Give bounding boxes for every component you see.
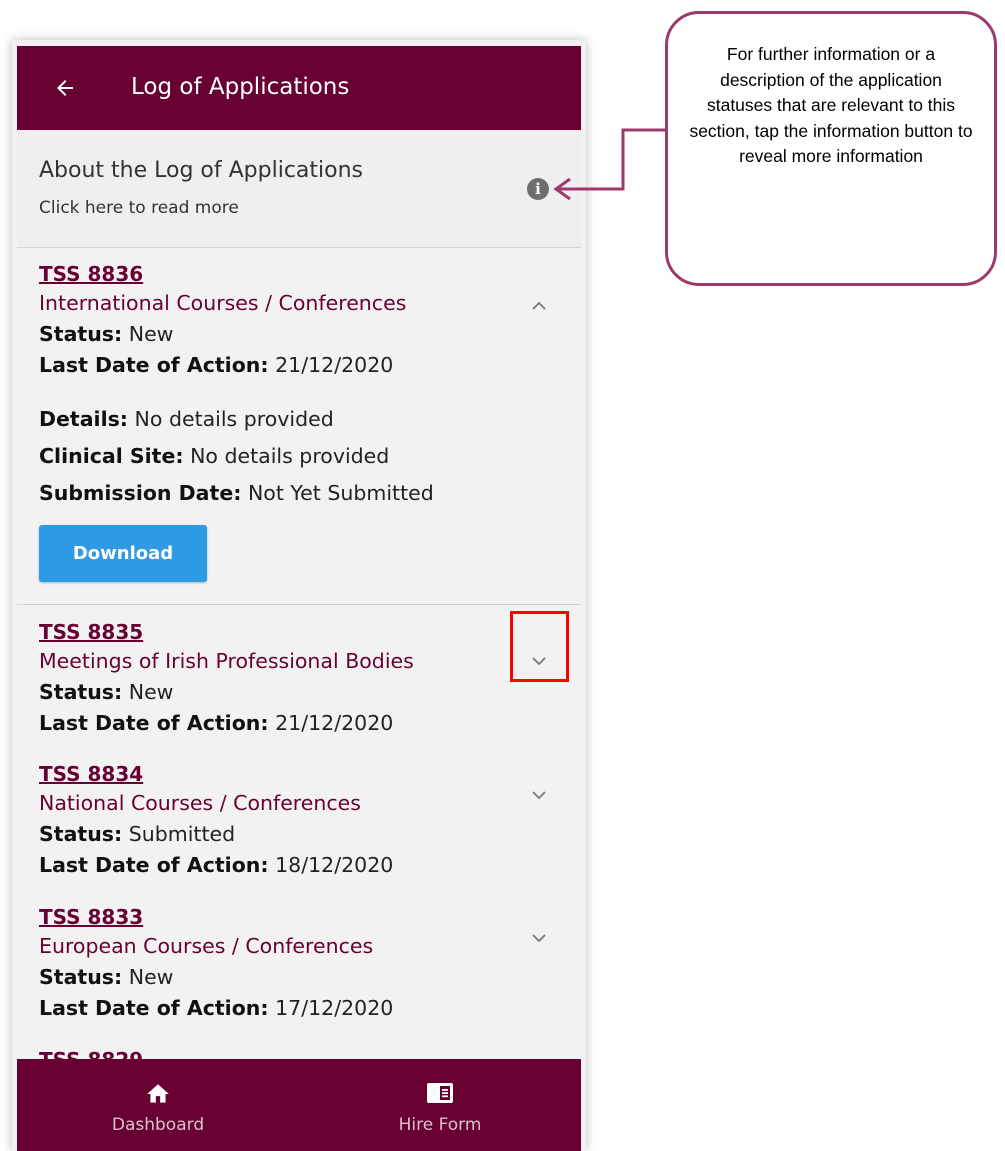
application-item: TSS 8836 International Courses / Confere…	[17, 247, 581, 605]
details-value: No details provided	[134, 407, 334, 431]
about-section[interactable]: About the Log of Applications Click here…	[17, 130, 581, 248]
nav-hire-form[interactable]: Hire Form	[299, 1059, 581, 1151]
bottom-nav: Dashboard Hire Form	[17, 1059, 581, 1151]
callout-arrow	[553, 128, 667, 201]
clinical-site-label: Clinical Site:	[39, 444, 184, 468]
status-label: Status:	[39, 322, 123, 346]
application-type: Meetings of Irish Professional Bodies	[39, 649, 414, 673]
application-code[interactable]: TSS 8834	[39, 762, 143, 786]
status-value: New	[128, 322, 174, 346]
chevron-down-icon[interactable]	[527, 926, 551, 950]
application-code[interactable]: TSS 8836	[39, 262, 143, 286]
last-action-value: 17/12/2020	[275, 996, 394, 1020]
about-link[interactable]: Click here to read more	[39, 198, 239, 218]
application-item[interactable]: TSS 8835 Meetings of Irish Professional …	[17, 605, 581, 755]
back-button[interactable]	[47, 70, 83, 106]
nav-hire-form-label: Hire Form	[398, 1115, 482, 1135]
status-label: Status:	[39, 680, 123, 704]
about-heading: About the Log of Applications	[39, 158, 364, 183]
page-title: Log of Applications	[131, 74, 350, 100]
status-value: Submitted	[128, 822, 236, 846]
application-code[interactable]: TSS 8833	[39, 905, 143, 929]
chevron-down-icon[interactable]	[527, 783, 551, 807]
status-line: Status: Submitted	[39, 822, 235, 846]
clinical-site-line: Clinical Site: No details provided	[39, 444, 389, 468]
last-action-label: Last Date of Action:	[39, 853, 269, 877]
submission-label: Submission Date:	[39, 481, 242, 505]
submission-line: Submission Date: Not Yet Submitted	[39, 481, 434, 505]
status-line: Status: New	[39, 322, 173, 346]
phone-screen: Log of Applications About the Log of App…	[12, 40, 586, 1151]
last-action-line: Last Date of Action: 17/12/2020	[39, 996, 393, 1020]
last-action-label: Last Date of Action:	[39, 711, 269, 735]
last-action-label: Last Date of Action:	[39, 996, 269, 1020]
status-line: Status: New	[39, 965, 173, 989]
application-type: European Courses / Conferences	[39, 934, 374, 958]
home-icon	[147, 1084, 169, 1103]
last-action-line: Last Date of Action: 21/12/2020	[39, 711, 393, 735]
status-label: Status:	[39, 822, 123, 846]
form-icon	[427, 1083, 453, 1103]
details-label: Details:	[39, 407, 129, 431]
arrow-left-icon	[57, 80, 73, 96]
last-action-value: 21/12/2020	[275, 711, 394, 735]
last-action-label: Last Date of Action:	[39, 353, 269, 377]
application-type: National Courses / Conferences	[39, 791, 361, 815]
callout-text: For further information or a description…	[689, 44, 973, 166]
status-line: Status: New	[39, 680, 173, 704]
application-code[interactable]: TSS 8835	[39, 620, 143, 644]
details-line: Details: No details provided	[39, 407, 334, 431]
highlight-box	[510, 611, 569, 682]
info-icon[interactable]: i	[527, 178, 549, 200]
download-button[interactable]: Download	[39, 525, 207, 582]
application-item[interactable]: TSS 8834 National Courses / Conferences …	[17, 747, 581, 897]
nav-dashboard-label: Dashboard	[111, 1115, 205, 1135]
application-type: International Courses / Conferences	[39, 291, 407, 315]
application-item[interactable]: TSS 8833 European Courses / Conferences …	[17, 890, 581, 1040]
app-bar: Log of Applications	[17, 46, 581, 130]
chevron-up-icon[interactable]	[527, 294, 551, 318]
status-value: New	[128, 965, 174, 989]
clinical-site-value: No details provided	[190, 444, 390, 468]
last-action-value: 21/12/2020	[275, 353, 394, 377]
status-value: New	[128, 680, 174, 704]
status-label: Status:	[39, 965, 123, 989]
last-action-value: 18/12/2020	[275, 853, 394, 877]
last-action-line: Last Date of Action: 21/12/2020	[39, 353, 393, 377]
info-callout: For further information or a description…	[665, 11, 997, 286]
nav-dashboard[interactable]: Dashboard	[17, 1059, 299, 1151]
submission-value: Not Yet Submitted	[247, 481, 434, 505]
last-action-line: Last Date of Action: 18/12/2020	[39, 853, 393, 877]
